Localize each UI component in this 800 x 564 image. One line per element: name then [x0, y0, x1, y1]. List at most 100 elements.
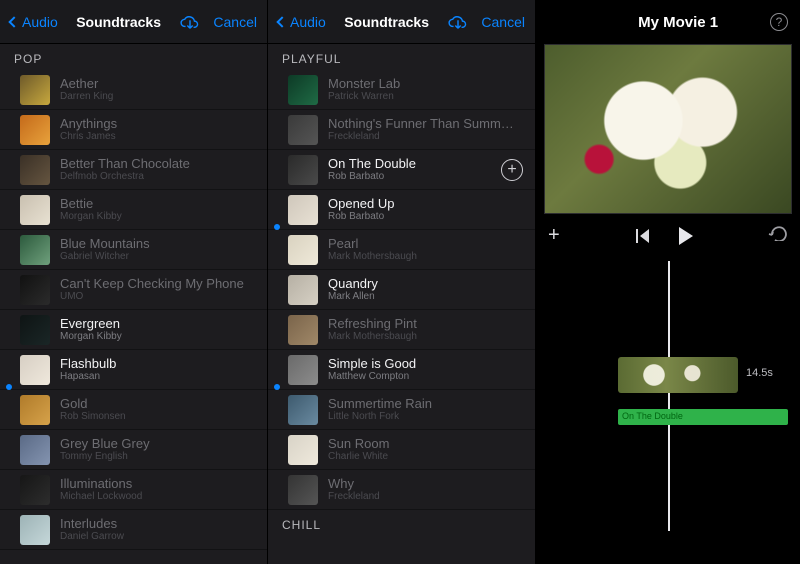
track-artist: Gabriel Witcher — [60, 251, 255, 263]
album-art — [20, 475, 50, 505]
track-artist: Matthew Compton — [328, 371, 523, 383]
download-all-button[interactable] — [179, 14, 201, 30]
video-preview[interactable] — [544, 44, 792, 214]
soundtracks-pane-2: Audio Soundtracks Cancel PLAYFUL Monster… — [268, 0, 536, 564]
album-art — [20, 395, 50, 425]
track-meta: Better Than ChocolateDelfmob Orchestra — [60, 156, 255, 183]
album-art — [20, 195, 50, 225]
audio-clip-label: On The Double — [622, 411, 683, 421]
track-row[interactable]: Summertime RainLittle North Fork — [268, 390, 535, 430]
downloaded-dot-icon — [6, 384, 12, 390]
track-title: Nothing's Funner Than Summ… — [328, 116, 523, 131]
track-row[interactable]: InterludesDaniel Garrow — [0, 510, 267, 550]
track-row[interactable]: PearlMark Mothersbaugh — [268, 230, 535, 270]
album-art — [288, 315, 318, 345]
track-row[interactable]: Opened UpRob Barbato — [268, 190, 535, 230]
track-meta: BettieMorgan Kibby — [60, 196, 255, 223]
track-row[interactable]: Refreshing PintMark Mothersbaugh — [268, 310, 535, 350]
track-title: Sun Room — [328, 436, 523, 451]
track-list: AetherDarren King AnythingsChris James Bet… — [0, 70, 267, 550]
track-row[interactable]: Sun RoomCharlie White — [268, 430, 535, 470]
track-row[interactable]: IlluminationsMichael Lockwood — [0, 470, 267, 510]
transport-bar: + — [536, 214, 800, 257]
track-artist: Rob Simonsen — [60, 411, 255, 423]
track-title: Interludes — [60, 516, 255, 531]
play-button[interactable] — [679, 227, 693, 245]
header-title: Soundtracks — [76, 14, 161, 30]
track-title: Grey Blue Grey — [60, 436, 255, 451]
track-artist: Tommy English — [60, 451, 255, 463]
track-meta: InterludesDaniel Garrow — [60, 516, 255, 543]
track-title: Better Than Chocolate — [60, 156, 255, 171]
video-clip[interactable] — [618, 357, 738, 393]
track-title: Bettie — [60, 196, 255, 211]
download-all-button[interactable] — [447, 14, 469, 30]
track-row[interactable]: Better Than ChocolateDelfmob Orchestra — [0, 150, 267, 190]
skip-to-start-button[interactable] — [635, 229, 653, 243]
cancel-button[interactable]: Cancel — [213, 14, 257, 30]
track-title: Evergreen — [60, 316, 255, 331]
track-meta: Simple is GoodMatthew Compton — [328, 356, 523, 383]
track-artist: Hapasan — [60, 371, 255, 383]
track-artist: Mark Allen — [328, 291, 523, 303]
track-row[interactable]: Can't Keep Checking My PhoneUMO — [0, 270, 267, 310]
album-art — [288, 475, 318, 505]
help-button[interactable]: ? — [770, 13, 788, 31]
track-row[interactable]: FlashbulbHapasan — [0, 350, 267, 390]
track-artist: Delfmob Orchestra — [60, 171, 255, 183]
track-title: Flashbulb — [60, 356, 255, 371]
track-row[interactable]: Grey Blue GreyTommy English — [0, 430, 267, 470]
track-row[interactable]: Blue MountainsGabriel Witcher — [0, 230, 267, 270]
track-row[interactable]: EvergreenMorgan Kibby — [0, 310, 267, 350]
undo-button[interactable] — [768, 225, 788, 246]
back-button[interactable]: Audio — [10, 14, 58, 30]
back-button[interactable]: Audio — [278, 14, 326, 30]
track-row[interactable]: Monster LabPatrick Warren — [268, 70, 535, 110]
track-row[interactable]: AetherDarren King — [0, 70, 267, 110]
soundtracks-pane-1: Audio Soundtracks Cancel POP AetherDarre… — [0, 0, 268, 564]
downloaded-dot-icon — [274, 224, 280, 230]
track-row[interactable]: AnythingsChris James — [0, 110, 267, 150]
track-meta: Monster LabPatrick Warren — [328, 76, 523, 103]
track-meta: GoldRob Simonsen — [60, 396, 255, 423]
track-artist: Little North Fork — [328, 411, 523, 423]
track-meta: Sun RoomCharlie White — [328, 436, 523, 463]
done-button[interactable]: Done — [548, 13, 586, 31]
add-media-button[interactable]: + — [548, 224, 560, 247]
album-art — [20, 355, 50, 385]
track-row[interactable]: BettieMorgan Kibby — [0, 190, 267, 230]
cancel-button[interactable]: Cancel — [481, 14, 525, 30]
album-art — [20, 235, 50, 265]
track-artist: Rob Barbato — [328, 171, 501, 183]
add-track-button[interactable]: + — [501, 159, 523, 181]
track-title: Illuminations — [60, 476, 255, 491]
track-meta: On The DoubleRob Barbato — [328, 156, 501, 183]
track-meta: Opened UpRob Barbato — [328, 196, 523, 223]
track-artist: Daniel Garrow — [60, 531, 255, 543]
track-meta: QuandryMark Allen — [328, 276, 523, 303]
header-bar: Audio Soundtracks Cancel — [268, 0, 535, 44]
undo-icon — [768, 225, 788, 241]
track-artist: Morgan Kibby — [60, 331, 255, 343]
clip-duration: 14.5s — [746, 367, 773, 379]
track-artist: Patrick Warren — [328, 91, 523, 103]
timeline[interactable]: 14.5s On The Double — [536, 261, 800, 531]
track-row[interactable]: WhyFreckleland — [268, 470, 535, 510]
section-header-playful: PLAYFUL — [268, 44, 535, 70]
track-artist: Freckleland — [328, 491, 523, 503]
track-meta: AnythingsChris James — [60, 116, 255, 143]
help-icon: ? — [776, 15, 783, 29]
track-meta: Refreshing PintMark Mothersbaugh — [328, 316, 523, 343]
track-row[interactable]: QuandryMark Allen — [268, 270, 535, 310]
track-row[interactable]: GoldRob Simonsen — [0, 390, 267, 430]
section-header-pop: POP — [0, 44, 267, 70]
track-list: Monster LabPatrick Warren Nothing's Funne… — [268, 70, 535, 510]
album-art — [20, 115, 50, 145]
back-label: Audio — [290, 14, 326, 30]
plus-icon: + — [507, 161, 516, 179]
track-row[interactable]: Simple is GoodMatthew Compton — [268, 350, 535, 390]
album-art — [288, 115, 318, 145]
track-row[interactable]: On The DoubleRob Barbato + — [268, 150, 535, 190]
track-row[interactable]: Nothing's Funner Than Summ…Freckleland — [268, 110, 535, 150]
downloaded-dot-icon — [274, 384, 280, 390]
